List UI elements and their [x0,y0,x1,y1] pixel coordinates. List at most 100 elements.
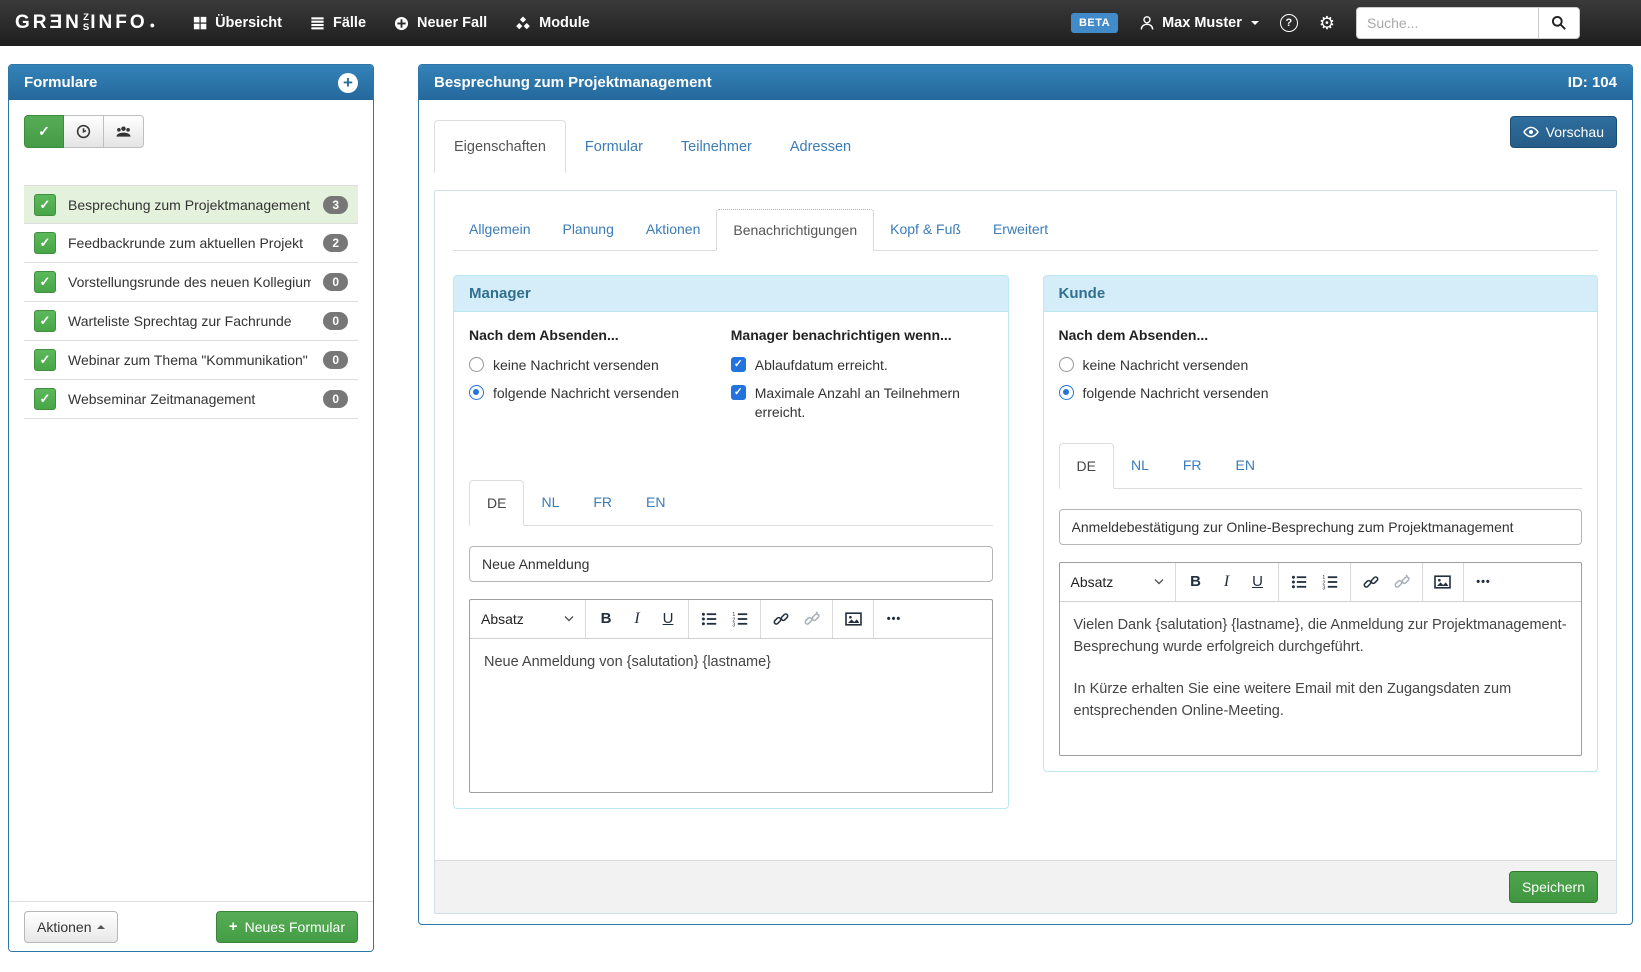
form-filter-group: ✓ [24,115,144,148]
bullet-list-icon[interactable] [1284,567,1314,597]
bullet-list-icon[interactable] [694,604,724,634]
preview-button[interactable]: Vorschau [1510,116,1617,148]
kunde-subject-input[interactable] [1059,509,1583,545]
brand-logo[interactable]: GRƎN ZS INFO● [15,12,155,34]
search-button[interactable] [1538,7,1580,39]
brand-logo-part1: GRƎN [15,12,82,34]
lang-tab-nl[interactable]: NL [1114,443,1166,489]
page-title: Besprechung zum Projektmanagement [434,74,712,91]
settings-tabs: Allgemein Planung Aktionen Benachrichtig… [453,209,1598,251]
actions-dropdown-button[interactable]: Aktionen [24,911,118,943]
image-icon[interactable] [838,604,868,634]
list-item[interactable]: ✓ Besprechung zum Projektmanagement 3 [24,185,358,224]
search-input[interactable] [1356,7,1538,39]
notification-panels: Manager Nach dem Absenden... keine Nachr… [435,251,1616,809]
list-item[interactable]: ✓ Webseminar Zeitmanagement 0 [24,380,358,419]
link-icon[interactable] [766,604,796,634]
radio-icon[interactable] [469,385,484,400]
lang-tab-nl[interactable]: NL [524,480,576,526]
more-tools-icon[interactable]: ••• [1469,567,1499,597]
list-item[interactable]: ✓ Feedbackrunde zum aktuellen Projekt 2 [24,224,358,263]
radio-send-message[interactable]: folgende Nachricht versenden [1059,384,1573,403]
check-icon[interactable]: ✓ [34,194,56,216]
checkbox-icon[interactable]: ✓ [731,357,746,372]
check-icon[interactable]: ✓ [34,388,56,410]
tab-benachrichtigungen[interactable]: Benachrichtigungen [716,209,874,251]
lang-tab-de[interactable]: DE [1059,443,1114,489]
numbered-list-icon[interactable]: 123 [1315,567,1345,597]
filter-participants-button[interactable] [104,115,144,148]
form-detail-card: Besprechung zum Projektmanagement ID: 10… [418,64,1633,925]
bold-button[interactable]: B [591,604,621,634]
lang-tab-en[interactable]: EN [1219,443,1272,489]
gear-icon[interactable]: ⚙ [1319,14,1335,32]
new-form-button[interactable]: + Neues Formular [216,911,358,943]
image-icon[interactable] [1428,567,1458,597]
manager-panel-body: Nach dem Absenden... keine Nachricht ver… [454,312,1008,808]
add-form-icon[interactable]: + [338,73,358,93]
tab-formular[interactable]: Formular [566,120,662,173]
tab-allgemein[interactable]: Allgemein [453,209,546,251]
radio-icon[interactable] [469,357,484,372]
lang-tab-fr[interactable]: FR [1166,443,1219,489]
nav-item-module[interactable]: Module [501,0,604,46]
unlink-icon[interactable] [1387,567,1417,597]
radio-send-message[interactable]: folgende Nachricht versenden [469,384,721,403]
list-item[interactable]: ✓ Vorstellungsrunde des neuen Kollegiums… [24,263,358,302]
radio-icon[interactable] [1059,357,1074,372]
check-icon[interactable]: ✓ [34,271,56,293]
properties-tab-panel: Allgemein Planung Aktionen Benachrichtig… [434,190,1617,914]
filter-active-forms-button[interactable]: ✓ [24,115,64,148]
tab-adressen[interactable]: Adressen [771,120,870,173]
manager-message-body[interactable]: Neue Anmeldung von {salutation} {lastnam… [470,639,992,792]
plus-circle-icon [394,16,409,31]
cubes-icon [515,16,531,31]
checkbox-max-participants[interactable]: ✓ Maximale Anzahl an Teilnehmern erreich… [731,384,983,422]
brand-logo-stack: ZS [83,13,89,33]
unlink-icon[interactable] [797,604,827,634]
count-badge: 0 [323,351,348,369]
eye-icon [1523,125,1539,139]
checkbox-icon[interactable]: ✓ [731,385,746,400]
lang-tab-fr[interactable]: FR [576,480,629,526]
tab-eigenschaften[interactable]: Eigenschaften [434,120,566,173]
more-tools-icon[interactable]: ••• [879,604,909,634]
check-icon[interactable]: ✓ [34,349,56,371]
kunde-message-body[interactable]: Vielen Dank {salutation} {lastname}, die… [1060,602,1582,755]
italic-button[interactable]: I [622,604,652,634]
help-icon[interactable]: ? [1280,14,1298,32]
underline-button[interactable]: U [1243,567,1273,597]
bold-button[interactable]: B [1181,567,1211,597]
numbered-list-icon[interactable]: 123 [725,604,755,634]
lang-tab-en[interactable]: EN [629,480,682,526]
check-icon[interactable]: ✓ [34,310,56,332]
list-item[interactable]: ✓ Webinar zum Thema "Kommunikation" 0 [24,341,358,380]
paragraph-style-dropdown[interactable]: Absatz [1065,574,1170,590]
tab-kopf-fuss[interactable]: Kopf & Fuß [874,209,977,251]
tab-aktionen[interactable]: Aktionen [630,209,716,251]
link-icon[interactable] [1356,567,1386,597]
check-icon[interactable]: ✓ [34,232,56,254]
nav-item-uebersicht[interactable]: Übersicht [179,0,296,46]
radio-no-message[interactable]: keine Nachricht versenden [1059,356,1573,375]
checkbox-expiry-reached[interactable]: ✓ Ablaufdatum erreicht. [731,356,983,375]
radio-icon[interactable] [1059,385,1074,400]
list-item[interactable]: ✓ Warteliste Sprechtag zur Fachrunde 0 [24,302,358,341]
nav-item-neuer-fall[interactable]: Neuer Fall [380,0,501,46]
user-menu[interactable]: Max Muster [1139,15,1259,31]
nav-item-faelle[interactable]: Fälle [296,0,380,46]
sidebar-footer: Aktionen + Neues Formular [9,901,373,951]
lang-tab-de[interactable]: DE [469,480,524,526]
underline-button[interactable]: U [653,604,683,634]
tab-teilnehmer[interactable]: Teilnehmer [662,120,771,173]
kunde-panel: Kunde Nach dem Absenden... keine Nachric… [1043,275,1599,772]
radio-no-message[interactable]: keine Nachricht versenden [469,356,721,375]
tab-planung[interactable]: Planung [546,209,629,251]
paragraph-style-dropdown[interactable]: Absatz [475,611,580,627]
filter-scheduled-forms-button[interactable] [64,115,104,148]
list-icon [310,16,325,30]
save-button[interactable]: Speichern [1509,871,1598,903]
manager-subject-input[interactable] [469,546,993,582]
tab-erweitert[interactable]: Erweitert [977,209,1064,251]
italic-button[interactable]: I [1212,567,1242,597]
